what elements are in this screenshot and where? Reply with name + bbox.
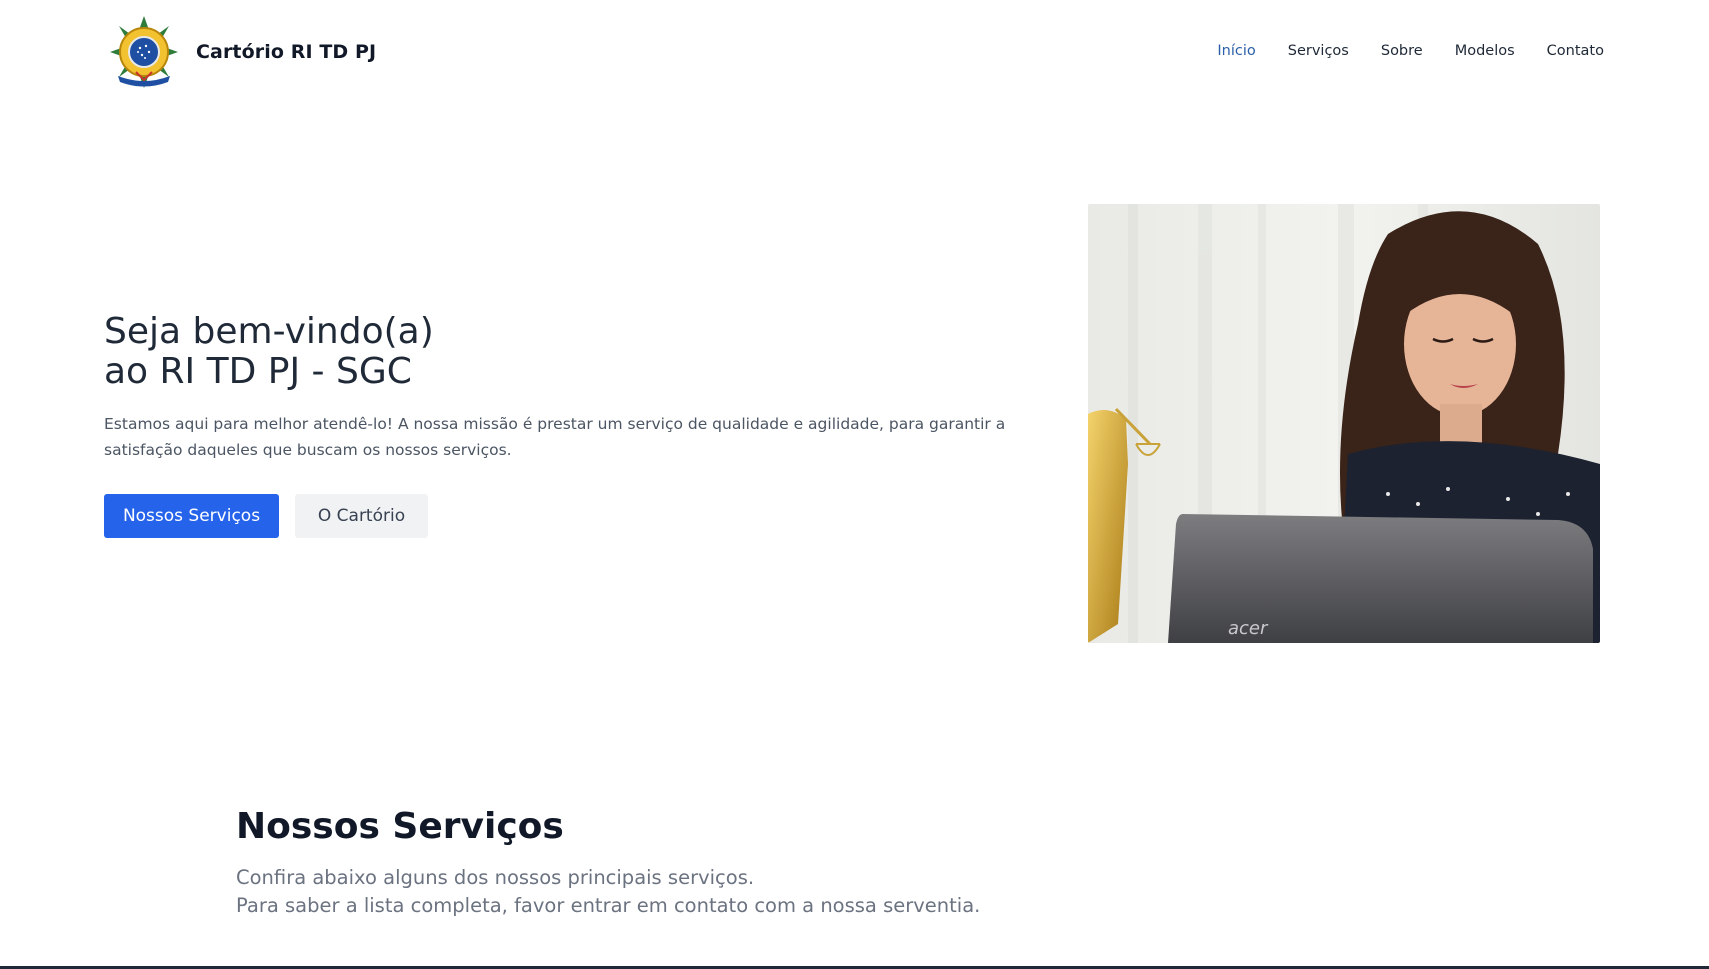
nossos-servicos-button[interactable]: Nossos Serviços bbox=[104, 494, 279, 538]
services-subtitle-line2: Para saber a lista completa, favor entra… bbox=[236, 894, 981, 917]
o-cartorio-button[interactable]: O Cartório bbox=[295, 494, 428, 538]
woman-with-laptop-photo: acer bbox=[1088, 204, 1600, 643]
brand-home-link[interactable]: Cartório RI TD PJ bbox=[108, 14, 376, 90]
hero-description: Estamos aqui para melhor atendê-lo! A no… bbox=[104, 415, 1006, 459]
main-nav: Início Serviços Sobre Modelos Contato bbox=[1217, 43, 1604, 59]
hero-image: acer bbox=[1088, 204, 1600, 643]
services-title: Nossos Serviços bbox=[236, 806, 564, 847]
brand-name: Cartório RI TD PJ bbox=[196, 41, 377, 63]
laptop-brand-text: acer bbox=[1228, 618, 1269, 639]
hero-title-line1: Seja bem-vindo(a) bbox=[104, 311, 434, 352]
nav-item-sobre[interactable]: Sobre bbox=[1381, 43, 1423, 59]
hero-title: Seja bem-vindo(a) ao RI TD PJ - SGC bbox=[104, 312, 434, 392]
nav-item-inicio[interactable]: Início bbox=[1217, 43, 1255, 59]
nav-item-servicos[interactable]: Serviços bbox=[1288, 43, 1349, 59]
nav-item-contato[interactable]: Contato bbox=[1547, 43, 1604, 59]
services-subtitle-line1: Confira abaixo alguns dos nossos princip… bbox=[236, 866, 755, 889]
hero-title-line2: ao RI TD PJ - SGC bbox=[104, 351, 412, 392]
coat-of-arms-icon bbox=[110, 16, 178, 88]
nav-item-modelos[interactable]: Modelos bbox=[1455, 43, 1515, 59]
services-subtitle: Confira abaixo alguns dos nossos princip… bbox=[236, 864, 980, 920]
site-header: Cartório RI TD PJ Início Serviços Sobre … bbox=[0, 0, 1709, 106]
